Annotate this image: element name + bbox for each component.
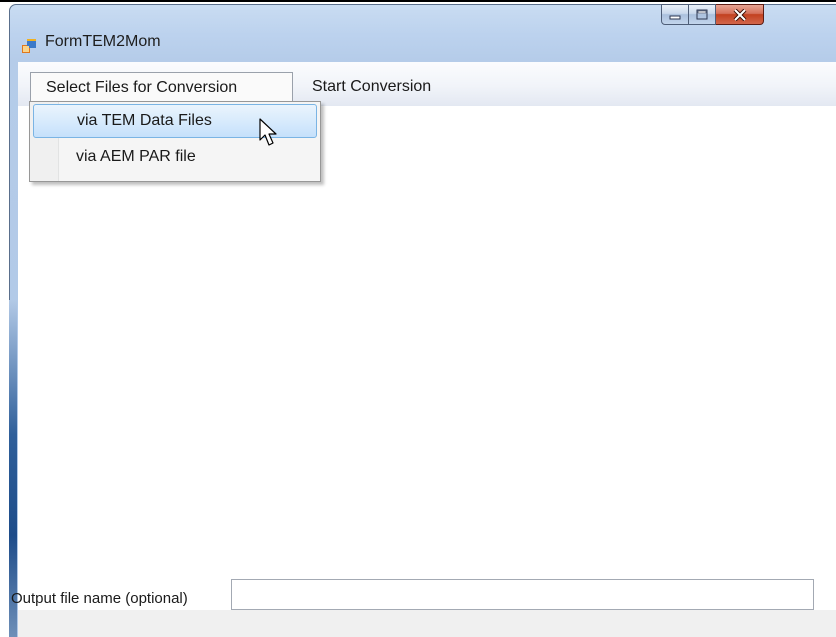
minimize-button[interactable] (661, 4, 689, 25)
caption-buttons (661, 4, 764, 27)
windows-form-icon (22, 39, 36, 53)
close-button[interactable] (716, 4, 764, 25)
menu-bar: Select Files for Conversion Start Conver… (18, 62, 836, 106)
menu-select-files[interactable]: Select Files for Conversion (30, 72, 293, 103)
mouse-pointer-icon (259, 118, 277, 146)
screen-top-border (0, 0, 836, 2)
window-frame-shadow (9, 300, 17, 637)
output-file-label: Output file name (optional) (11, 590, 188, 607)
menu-start-conversion[interactable]: Start Conversion (312, 72, 431, 103)
output-file-input[interactable] (231, 579, 814, 610)
minimize-icon (669, 15, 681, 19)
maximize-icon (696, 9, 708, 20)
maximize-button[interactable] (689, 4, 716, 25)
close-icon (733, 8, 746, 21)
window-title: FormTEM2Mom (45, 33, 161, 50)
